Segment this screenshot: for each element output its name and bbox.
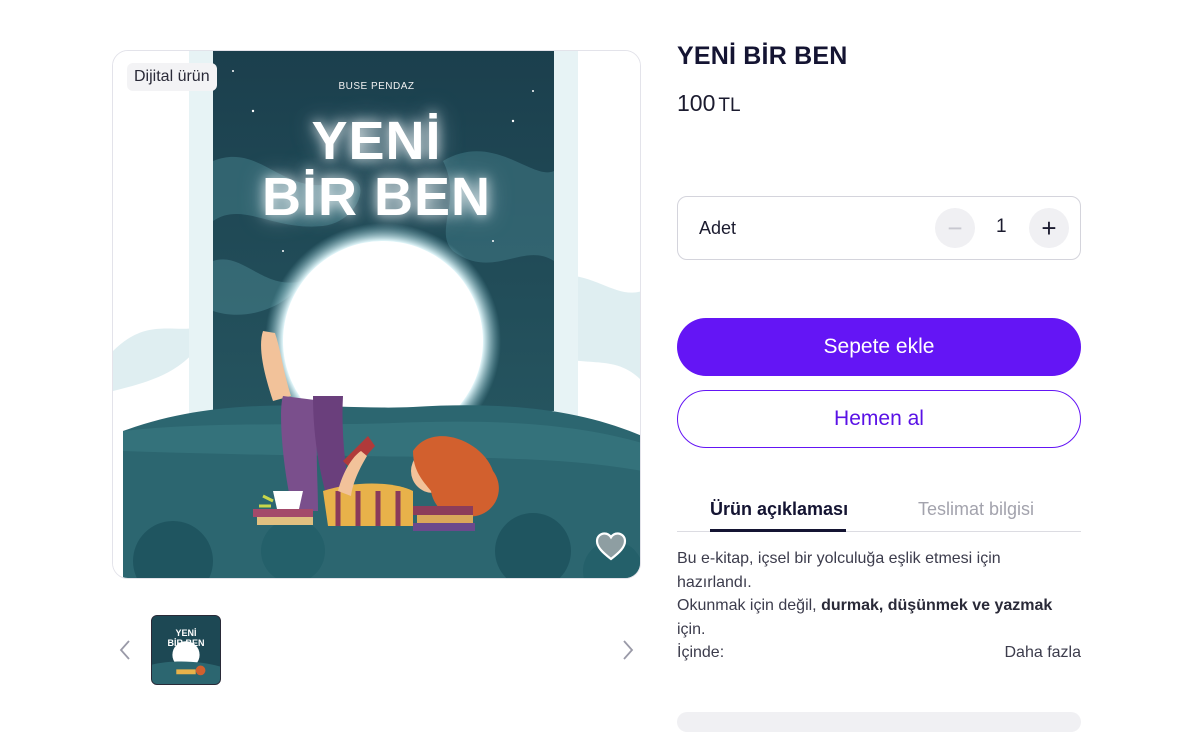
description-line: için. [677, 620, 706, 638]
digital-product-badge: Dijital ürün [127, 63, 217, 91]
description-text: Okunmak için değil, [677, 597, 822, 614]
buy-now-button[interactable]: Hemen al [677, 390, 1081, 448]
thumbnail-title-line-2: BİR BEN [167, 638, 205, 648]
product-price: 100 TL [677, 90, 741, 117]
quantity-increase-button[interactable]: + [1029, 208, 1069, 248]
thumbnail-cover-image [152, 616, 220, 684]
favorite-button[interactable] [594, 530, 628, 564]
quantity-decrease-button[interactable]: − [935, 208, 975, 248]
description-line: Okunmak için değil, durmak, düşünmek ve … [677, 594, 1081, 618]
product-title: YENİ BİR BEN [677, 42, 848, 70]
description-line: Bu e-kitap, içsel bir yolculuğa eşlik et… [677, 550, 1001, 567]
product-description: Bu e-kitap, içsel bir yolculuğa eşlik et… [677, 547, 1081, 665]
chevron-right-icon [623, 640, 634, 660]
thumbnail-prev-button[interactable] [113, 636, 137, 664]
thumbnail-title-line-1: YENİ [175, 628, 197, 638]
quantity-label: Adet [699, 218, 737, 238]
thumbnail-next-button[interactable] [616, 636, 640, 664]
product-tabs: Ürün açıklaması Teslimat bilgisi [677, 492, 1081, 532]
cover-title-line-1: YENİ [311, 111, 442, 171]
cover-title-text: YENİ BİR BEN [113, 113, 640, 225]
show-more-link[interactable]: Daha fazla [1005, 641, 1082, 665]
description-line: hazırlandı. [677, 573, 752, 591]
thumbnail-image[interactable]: YENİ BİR BEN [151, 615, 221, 685]
bottom-card-edge [677, 712, 1081, 732]
tab-product-description[interactable]: Ürün açıklaması [710, 499, 848, 520]
price-value: 100 [677, 90, 716, 116]
description-bold-text: durmak, düşünmek ve yazmak [821, 597, 1053, 614]
active-tab-indicator [710, 529, 846, 532]
add-to-cart-button[interactable]: Sepete ekle [677, 318, 1081, 376]
description-contents-label: İçinde: [677, 644, 725, 661]
quantity-stepper: Adet − 1 + [677, 196, 1081, 260]
chevron-left-icon [119, 640, 130, 660]
product-image-gallery: Dijital ürün BUSE PENDAZ YENİ BİR BEN [112, 50, 641, 579]
thumbnail-title: YENİ BİR BEN [152, 628, 220, 648]
description-contents-row: İçinde: Daha fazla [677, 641, 1081, 665]
price-currency: TL [718, 95, 741, 116]
quantity-value: 1 [996, 216, 1007, 237]
heart-icon [595, 532, 627, 561]
cover-title-line-2: BİR BEN [261, 167, 491, 227]
tab-delivery-info[interactable]: Teslimat bilgisi [918, 499, 1034, 520]
